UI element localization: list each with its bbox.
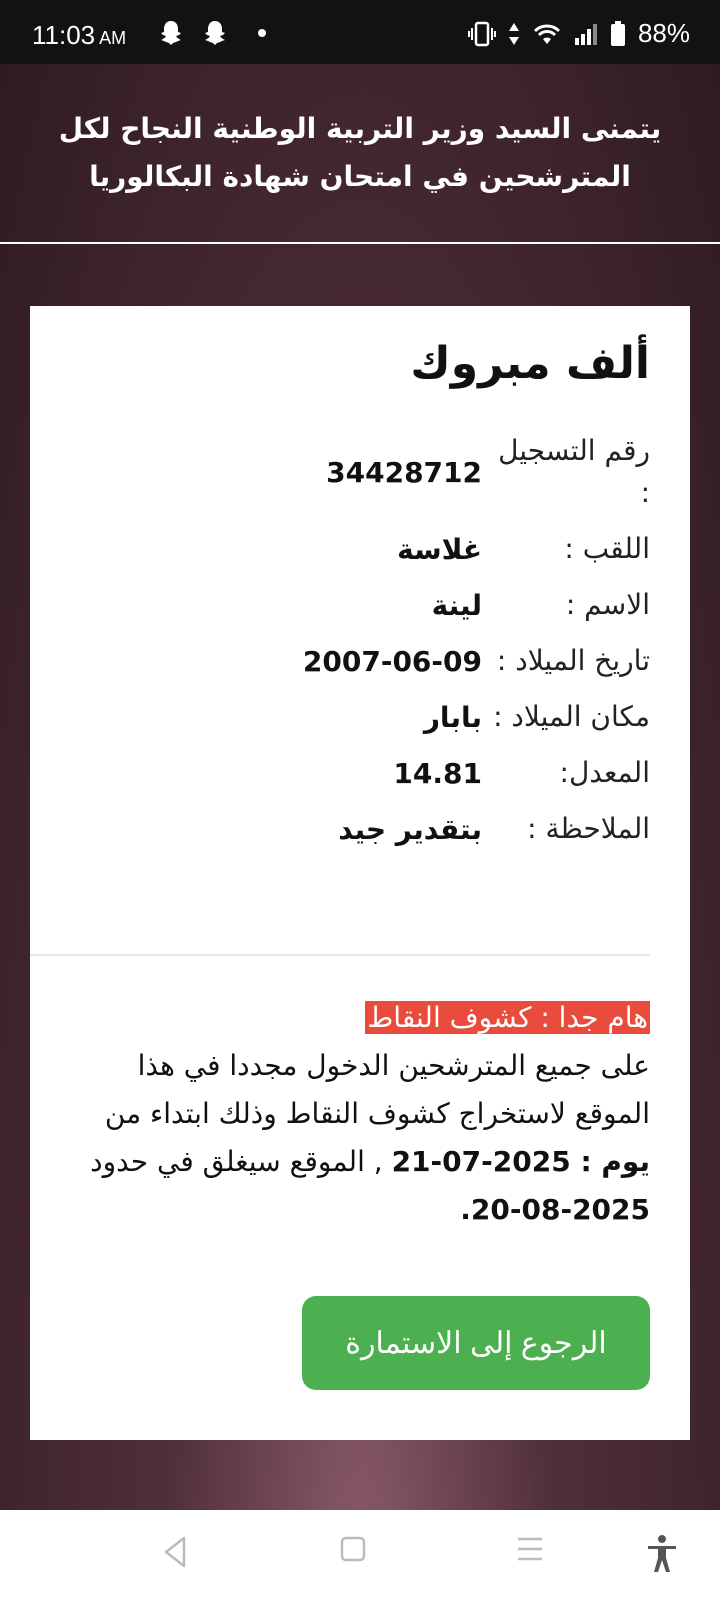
clock-ampm: AM: [99, 28, 127, 48]
snapchat-icon: [205, 21, 225, 45]
data-arrows-icon: [508, 22, 519, 45]
back-to-form-button[interactable]: الرجوع إلى الاستمارة: [302, 1296, 650, 1390]
birthplace-label: مكان الميلاد :: [493, 700, 650, 733]
info-row-birthplace: مكان الميلاد : بابار: [70, 696, 650, 738]
vibrate-icon: [467, 21, 496, 46]
surname-value: غلاسة: [397, 532, 482, 566]
birthdate-label: تاريخ الميلاد :: [496, 644, 650, 677]
notice-start-date: يوم : 2025-07-21: [391, 1145, 650, 1178]
registration-label: رقم التسجيل :: [498, 434, 650, 509]
name-value: لينة: [431, 588, 482, 622]
header-banner: يتمنى السيد وزير التربية الوطنية النجاح …: [0, 64, 720, 244]
system-icons: 88%: [467, 18, 690, 49]
notification-icons: [156, 18, 266, 48]
status-bar: 11:03 AM 88%: [0, 0, 720, 64]
grade-note-value: بتقدير جيد: [338, 812, 482, 846]
birthdate-value: 2007-06-09: [302, 644, 482, 678]
wifi-icon: [533, 24, 561, 44]
average-label: المعدل:: [559, 756, 650, 789]
recents-icon[interactable]: [516, 1534, 544, 1564]
accessibility-icon[interactable]: [644, 1534, 680, 1574]
signal-icon: [574, 23, 597, 45]
notice-text-2: , الموقع سيغلق في حدود: [90, 1145, 392, 1178]
result-card: ألف مبروك رقم التسجيل : 34428712 اللقب :…: [30, 306, 690, 1440]
important-notice: هام جدا : كشوف النقاط على جميع المترشحين…: [70, 994, 650, 1234]
registration-value: 34428712: [326, 455, 482, 489]
home-icon[interactable]: [340, 1534, 366, 1564]
info-row-registration: رقم التسجيل : 34428712: [70, 430, 650, 514]
candidate-info: رقم التسجيل : 34428712 اللقب : غلاسة الا…: [70, 430, 650, 864]
grade-note-label: الملاحظة :: [527, 812, 650, 845]
notice-tag: هام جدا : كشوف النقاط: [365, 1001, 650, 1034]
info-row-surname: اللقب : غلاسة: [70, 528, 650, 570]
info-row-name: الاسم : لينة: [70, 584, 650, 626]
congrats-title: ألف مبروك: [410, 338, 650, 389]
info-row-birthdate: تاريخ الميلاد : 2007-06-09: [70, 640, 650, 682]
average-value: 14.81: [393, 756, 482, 790]
battery-level: 88%: [637, 18, 690, 48]
notice-end-date: 2025-08-20.: [460, 1193, 650, 1226]
birthplace-value: بابار: [423, 700, 482, 734]
notice-text: على جميع المترشحين الدخول مجددا في هذا ا…: [104, 1049, 650, 1130]
navigation-bar: [0, 1510, 720, 1600]
divider: [30, 954, 650, 956]
info-row-average: المعدل: 14.81: [70, 752, 650, 794]
battery-icon: [610, 20, 625, 46]
more-notifications-dot: [258, 29, 266, 37]
back-icon[interactable]: [160, 1534, 190, 1570]
surname-label: اللقب :: [564, 532, 650, 565]
info-row-grade-note: الملاحظة : بتقدير جيد: [70, 808, 650, 850]
minister-message: يتمنى السيد وزير التربية الوطنية النجاح …: [58, 112, 662, 193]
snapchat-icon: [161, 21, 181, 45]
clock: 11:03 AM: [32, 20, 126, 51]
name-label: الاسم :: [565, 588, 650, 621]
clock-time: 11:03: [32, 20, 96, 50]
